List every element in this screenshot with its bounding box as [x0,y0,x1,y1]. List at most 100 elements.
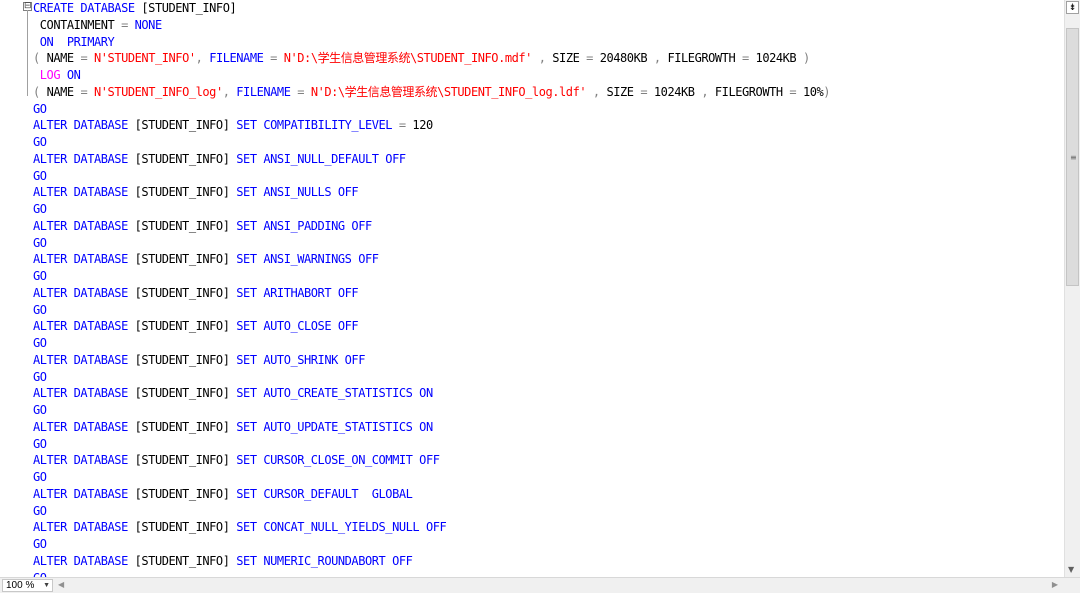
code-line[interactable]: ALTER DATABASE [STUDENT_INFO] SET ANSI_N… [33,151,830,168]
sql-editor[interactable]: ⊟ CREATE DATABASE [STUDENT_INFO] CONTAIN… [0,0,1064,577]
code-line[interactable]: GO [33,436,830,453]
code-line[interactable]: CONTAINMENT = NONE [33,17,830,34]
code-token: ALTER DATABASE [33,151,128,166]
scroll-thumb[interactable]: ≡ [1066,28,1079,286]
code-token: , [586,84,607,99]
code-line[interactable]: GO [33,302,830,319]
code-token: SIZE [552,51,580,66]
code-line[interactable]: GO [33,369,830,386]
code-line[interactable]: ON PRIMARY [33,34,830,51]
code-line[interactable]: GO [33,402,830,419]
code-line[interactable]: ALTER DATABASE [STUDENT_INFO] SET CONCAT… [33,519,830,536]
code-line[interactable]: ( NAME = N'STUDENT_INFO', FILENAME = N'D… [33,50,830,67]
split-icon[interactable]: ⇟ [1066,1,1079,14]
code-line[interactable]: ( NAME = N'STUDENT_INFO_log', FILENAME =… [33,84,831,101]
code-line[interactable]: GO [33,168,830,185]
code-token: ALTER DATABASE [33,118,128,133]
code-line[interactable]: CREATE DATABASE [STUDENT_INFO] [33,0,830,17]
code-token: , [694,84,715,99]
code-token: ALTER DATABASE [33,520,128,535]
code-token: GO [33,369,47,384]
code-line[interactable]: ALTER DATABASE [STUDENT_INFO] SET CURSOR… [33,486,830,503]
code-line[interactable]: ALTER DATABASE [STUDENT_INFO] SET ANSI_W… [33,251,830,268]
code-token: GO [33,403,47,417]
code-line[interactable]: LOG ON [33,67,830,84]
code-line[interactable]: GO [33,335,830,352]
code-line[interactable]: ALTER DATABASE [STUDENT_INFO] SET NUMERI… [33,553,830,570]
code-token: GO [33,302,47,317]
code-token: [STUDENT_INFO] [127,285,237,300]
code-line[interactable]: ALTER DATABASE [STUDENT_INFO] SET AUTO_U… [33,419,830,436]
code-line[interactable]: ALTER DATABASE [STUDENT_INFO] SET AUTO_C… [33,385,830,402]
code-token: [STUDENT_INFO] [127,218,237,233]
code-line[interactable]: GO [33,503,830,520]
code-token: GO [33,101,47,116]
code-token: N'D:\学生信息管理系统\STUDENT_INFO.mdf' [283,51,533,66]
status-bar: 100 % ▼ ◀ ▶ [0,577,1080,593]
code-token: = [73,51,94,66]
code-token: ALTER DATABASE [33,486,128,501]
code-token: [STUDENT_INFO] [127,252,237,267]
zoom-value: 100 % [6,580,35,591]
code-token: GO [33,436,47,451]
code-token: GO [33,135,47,149]
code-token: ALTER DATABASE [33,185,128,200]
code-area[interactable]: CREATE DATABASE [STUDENT_INFO] CONTAINME… [33,0,831,578]
code-line[interactable]: GO [33,235,830,252]
code-token: [STUDENT_INFO] [127,319,237,334]
code-token: GO [33,269,47,283]
code-token: SET AUTO_SHRINK OFF [236,352,365,367]
code-token: [STUDENT_INFO] [127,520,237,535]
code-token: ALTER DATABASE [33,419,128,434]
code-token: 1024KB [653,84,695,99]
code-token: SET CURSOR_CLOSE_ON_COMMIT OFF [236,453,440,468]
code-token: NAME [46,84,75,99]
zoom-select[interactable]: 100 % ▼ [2,579,53,592]
code-token: ALTER DATABASE [33,252,128,267]
code-token: = [579,51,600,66]
code-line[interactable]: ALTER DATABASE [STUDENT_INFO] SET COMPAT… [33,117,830,134]
code-token: , [222,84,237,99]
code-token: , [531,51,553,66]
scroll-down-icon[interactable]: ▼ [1068,565,1074,574]
code-line[interactable]: ALTER DATABASE [STUDENT_INFO] SET AUTO_S… [33,352,830,369]
code-token: [STUDENT_INFO] [127,486,237,501]
code-token: SET AUTO_CREATE_STATISTICS ON [236,386,433,401]
code-token: [STUDENT_INFO] [127,553,237,568]
code-token: SET CONCAT_NULL_YIELDS_NULL OFF [236,520,447,535]
code-token: ) [823,84,831,99]
code-token: NAME [46,51,75,66]
code-line[interactable]: GO [33,134,830,151]
code-token: GO [33,336,47,350]
code-line[interactable]: GO [33,201,830,218]
code-token: ALTER DATABASE [33,453,128,468]
scroll-right-icon[interactable]: ▶ [1052,580,1058,589]
code-token: SET ANSI_NULLS OFF [236,185,359,200]
code-token: ALTER DATABASE [33,386,128,401]
code-line[interactable]: ALTER DATABASE [STUDENT_INFO] SET ANSI_N… [33,184,830,201]
code-line[interactable]: ALTER DATABASE [STUDENT_INFO] SET CURSOR… [33,452,830,469]
code-token: SET AUTO_CLOSE OFF [236,319,359,334]
code-line[interactable]: GO [33,469,830,486]
code-token: = [263,51,284,66]
code-line[interactable]: ALTER DATABASE [STUDENT_INFO] SET ARITHA… [33,285,830,302]
scroll-left-icon[interactable]: ◀ [58,580,64,589]
code-line[interactable]: GO [33,536,830,553]
code-token: ALTER DATABASE [33,285,128,300]
code-token: = [633,84,654,99]
code-token: , [647,51,668,66]
code-token: 20480KB [599,51,648,66]
vertical-scrollbar[interactable]: ⇟ ≡ ▼ [1064,0,1080,577]
code-token: 1024KB [755,51,797,66]
code-line[interactable]: ALTER DATABASE [STUDENT_INFO] SET AUTO_C… [33,318,830,335]
code-line[interactable]: GO [33,268,830,285]
code-token: CONTAINMENT [33,17,115,32]
code-line[interactable]: ALTER DATABASE [STUDENT_INFO] SET ANSI_P… [33,218,830,235]
grip-icon: ≡ [1070,153,1077,162]
code-token: ON PRIMARY [33,34,115,49]
code-line[interactable]: GO [33,101,830,118]
code-token: [STUDENT_INFO] [127,151,237,166]
code-line[interactable]: GO [33,570,830,578]
chevron-down-icon[interactable]: ▼ [43,580,50,591]
code-token: = [782,84,803,99]
